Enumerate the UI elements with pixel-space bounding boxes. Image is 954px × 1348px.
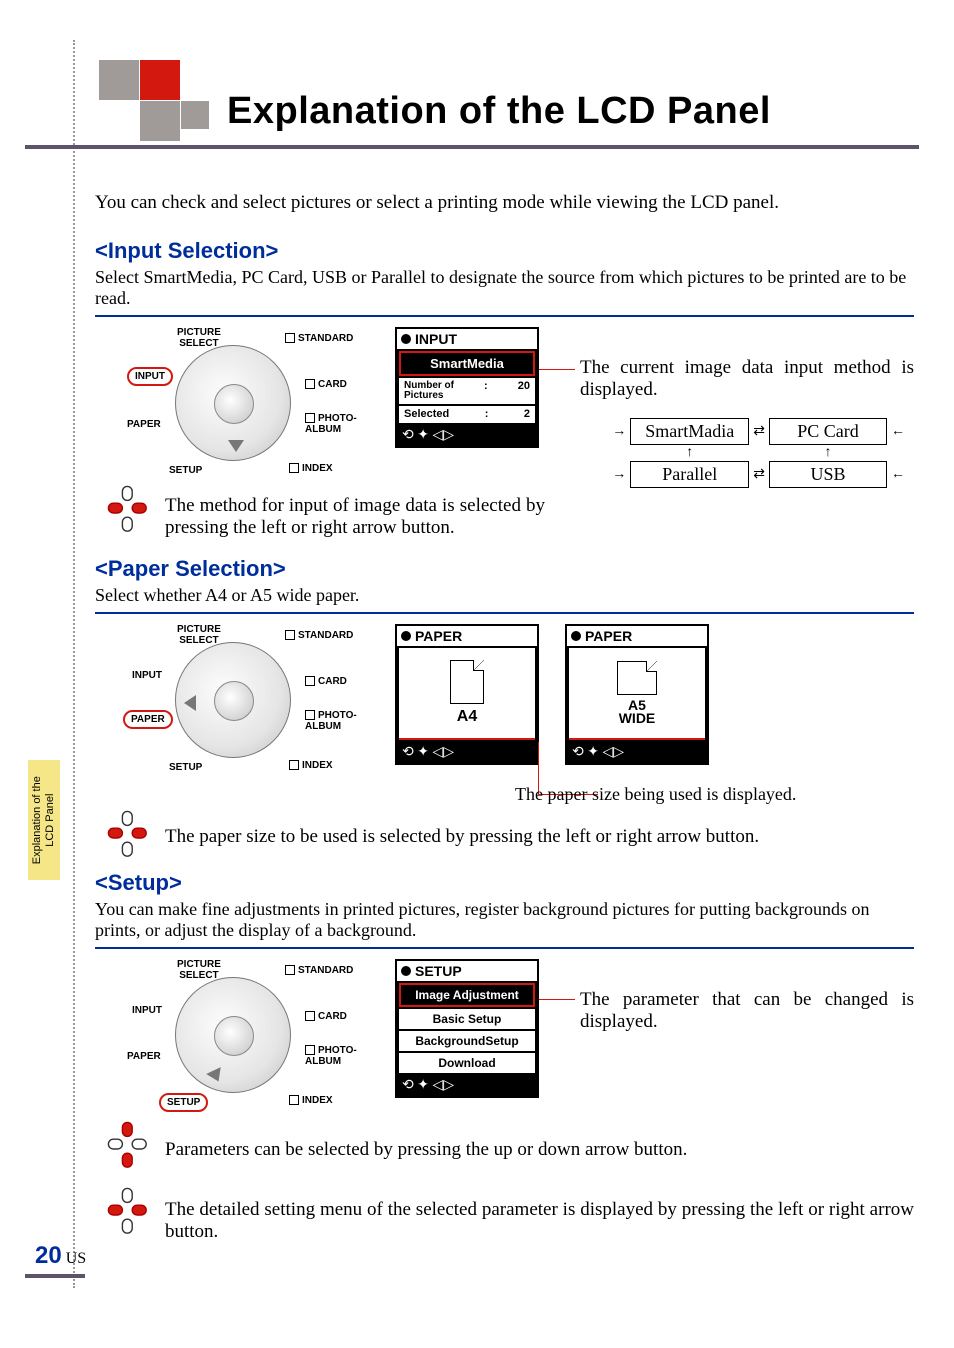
wheel-label-input: INPUT [132, 1005, 162, 1016]
page-footer: 20 US [35, 1242, 86, 1270]
callout-leader-line [539, 999, 575, 1000]
wheel-label-standard: STANDARD [285, 333, 353, 344]
side-tab: Explanation of theLCD Panel [28, 760, 60, 880]
paper-size-a5: A5WIDE [619, 699, 656, 726]
section-rule [95, 947, 914, 949]
setup-item-download: Download [399, 1053, 535, 1073]
input-subtext: Select SmartMedia, PC Card, USB or Paral… [95, 267, 914, 309]
lcd-selected-source: SmartMedia [399, 351, 535, 376]
wheel-label-picture-select: PICTURESELECT [177, 624, 221, 646]
lcd-footer-icons: ⟲ ✦ ◁▷ [567, 742, 707, 763]
section-paper: <Paper Selection> Select whether A4 or A… [95, 556, 914, 875]
dpad-left-right-icon [107, 1187, 149, 1241]
page-footer-bar [25, 1274, 85, 1278]
lcd-header: PAPER [567, 626, 707, 646]
lcd-panel-paper-a5: PAPER A5WIDE ⟲ ✦ ◁▷ [565, 624, 709, 765]
section-setup: <Setup> You can make fine adjustments in… [95, 870, 914, 1265]
page-number: 20 [35, 1242, 62, 1269]
wheel-label-card: CARD [305, 676, 347, 687]
lcd-panel-paper-a4: PAPER A4 ⟲ ✦ ◁▷ [395, 624, 539, 765]
lcd-footer-icons: ⟲ ✦ ◁▷ [397, 742, 537, 763]
wheel-label-photo-album: PHOTO-ALBUM [305, 1045, 357, 1067]
paper-note: The paper size to be used is selected by… [165, 826, 914, 848]
input-note: The method for input of image data is se… [165, 495, 545, 539]
header-rule [25, 145, 919, 149]
setup-heading: <Setup> [95, 870, 914, 896]
mode-wheel-diagram: PICTURESELECT INPUT PAPER SETUP STANDARD… [117, 624, 377, 784]
dpad-left-right-icon [107, 485, 149, 539]
setup-note-1: Parameters can be selected by pressing t… [165, 1139, 914, 1161]
setup-item-background-setup: BackgroundSetup [399, 1031, 535, 1051]
dpad-up-down-icon [107, 1121, 149, 1175]
lcd-row-number-of-pictures: Number ofPictures:20 [399, 378, 535, 404]
mode-wheel-diagram: PICTURESELECT INPUT PAPER SETUP STANDARD… [117, 959, 377, 1119]
setup-item-image-adjustment: Image Adjustment [399, 983, 535, 1007]
wheel-label-picture-select: PICTURESELECT [177, 327, 221, 349]
lcd-header: INPUT [397, 329, 537, 349]
wheel-label-setup: SETUP [159, 1093, 208, 1112]
vertical-dotted-rule [73, 40, 75, 1288]
setup-subtext: You can make fine adjustments in printed… [95, 899, 914, 941]
paper-heading: <Paper Selection> [95, 556, 914, 582]
wheel-label-photo-album: PHOTO-ALBUM [305, 413, 357, 435]
opt-parallel: Parallel [630, 461, 749, 488]
lcd-row-selected: Selected:2 [399, 406, 535, 423]
lcd-header: PAPER [397, 626, 537, 646]
lcd-panel-input: INPUT SmartMedia Number ofPictures:20 Se… [395, 327, 539, 448]
wheel-label-card: CARD [305, 379, 347, 390]
wheel-label-picture-select: PICTURESELECT [177, 959, 221, 981]
wheel-label-setup: SETUP [169, 762, 202, 773]
wheel-label-card: CARD [305, 1011, 347, 1022]
section-input: <Input Selection> Select SmartMedia, PC … [95, 238, 914, 563]
dpad-left-right-icon [107, 810, 149, 864]
wheel-label-input: INPUT [127, 367, 173, 386]
paper-callout: The paper size being used is displayed. [515, 784, 914, 805]
wheel-label-setup: SETUP [169, 465, 202, 476]
page-region: US [66, 1250, 86, 1267]
lcd-footer-icons: ⟲ ✦ ◁▷ [397, 1075, 537, 1096]
page-title: Explanation of the LCD Panel [227, 90, 771, 133]
wheel-label-index: INDEX [289, 760, 333, 771]
lcd-panel-setup: SETUP Image Adjustment Basic Setup Backg… [395, 959, 539, 1098]
lcd-footer-icons: ⟲ ✦ ◁▷ [397, 425, 537, 446]
wheel-label-standard: STANDARD [285, 630, 353, 641]
wheel-label-input: INPUT [132, 670, 162, 681]
section-rule [95, 612, 914, 614]
mode-wheel-diagram: PICTURESELECT INPUT PAPER SETUP STANDARD… [117, 327, 377, 487]
input-heading: <Input Selection> [95, 238, 914, 264]
wheel-label-photo-album: PHOTO-ALBUM [305, 710, 357, 732]
paper-size-a4: A4 [457, 708, 477, 726]
input-callout: The current image data input method is d… [580, 357, 914, 401]
intro-text: You can check and select pictures or sel… [95, 192, 894, 214]
callout-leader-line [539, 369, 575, 370]
opt-usb: USB [769, 461, 887, 488]
wheel-label-index: INDEX [289, 1095, 333, 1106]
lcd-header: SETUP [397, 961, 537, 981]
setup-callout: The parameter that can be changed is dis… [580, 989, 914, 1033]
input-options-flow: →SmartMadia⇄PC Card← ↑↑ →Parallel⇄USB← [608, 418, 909, 488]
wheel-label-paper: PAPER [127, 1051, 161, 1062]
section-rule [95, 315, 914, 317]
paper-subtext: Select whether A4 or A5 wide paper. [95, 585, 914, 606]
opt-smartmedia: SmartMadia [630, 418, 749, 445]
wheel-label-standard: STANDARD [285, 965, 353, 976]
opt-pccard: PC Card [769, 418, 887, 445]
setup-item-basic-setup: Basic Setup [399, 1009, 535, 1029]
setup-note-2: The detailed setting menu of the selecte… [165, 1199, 914, 1243]
wheel-label-paper: PAPER [123, 710, 173, 729]
wheel-label-paper: PAPER [127, 419, 161, 430]
wheel-label-index: INDEX [289, 463, 333, 474]
